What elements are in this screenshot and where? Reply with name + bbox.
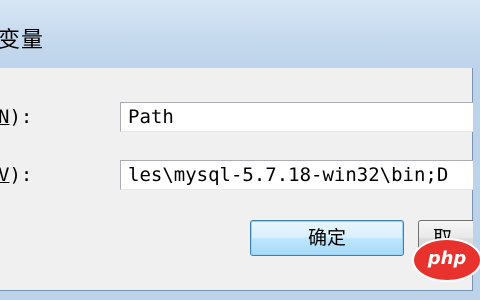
variable-value-label-suffix: ): xyxy=(9,164,33,186)
edit-system-variable-dialog: 变量 N): Path V): les\mysql-5.7.18-win32\b… xyxy=(0,0,480,300)
variable-name-text: Path xyxy=(128,106,174,128)
ok-button[interactable]: 确定 xyxy=(250,220,404,256)
variable-value-text: les\mysql-5.7.18-win32\bin;D xyxy=(128,164,449,186)
dialog-title: 变量 xyxy=(0,28,45,53)
window-frame-bottom xyxy=(0,291,480,300)
title-bar[interactable]: 变量 xyxy=(0,0,480,68)
php-logo-icon: php xyxy=(414,240,480,280)
variable-name-input[interactable]: Path xyxy=(120,102,480,132)
variable-name-label: N): xyxy=(0,106,32,128)
php-logo-text: php xyxy=(427,248,467,269)
variable-value-input[interactable]: les\mysql-5.7.18-win32\bin;D xyxy=(120,160,480,190)
variable-value-label: V): xyxy=(0,164,32,186)
variable-name-label-suffix: ): xyxy=(9,106,33,128)
